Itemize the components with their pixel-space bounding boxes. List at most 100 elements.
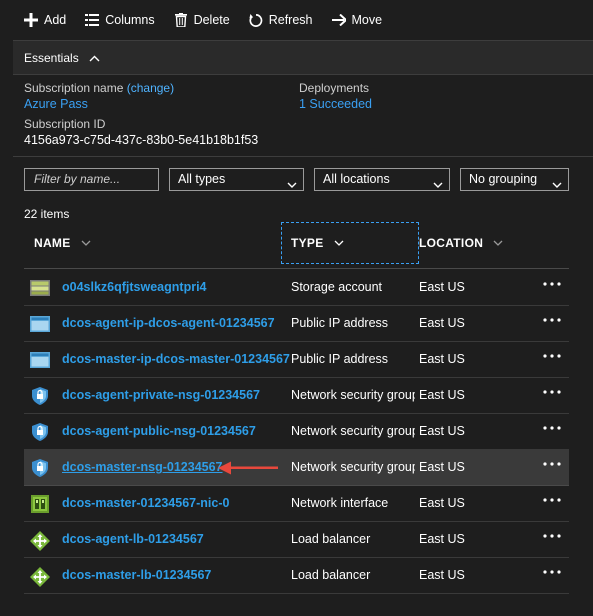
grouping-value: No grouping (469, 172, 538, 186)
more-options-icon[interactable] (542, 565, 562, 579)
essentials-toggle[interactable]: Essentials (13, 40, 593, 75)
network-security-group-icon (30, 459, 50, 477)
location-filter-select[interactable]: All locations (314, 168, 450, 191)
columns-label: Columns (105, 13, 155, 27)
public-ip-icon (30, 351, 50, 369)
network-security-group-icon (30, 423, 50, 441)
chevron-up-icon (89, 51, 100, 65)
public-ip-icon (30, 315, 50, 333)
resource-location: East US (419, 352, 465, 366)
subscription-name-link[interactable]: Azure Pass (24, 96, 174, 112)
chevron-down-icon (81, 236, 91, 250)
change-subscription-link[interactable]: (change) (127, 81, 174, 95)
resource-type: Network security group (291, 424, 415, 438)
command-bar: Add Columns Delete Refresh Move (0, 0, 593, 40)
annotation-arrow-icon (218, 461, 280, 478)
more-options-icon[interactable] (542, 493, 562, 507)
column-header-type[interactable]: TYPE (291, 235, 344, 251)
columns-icon (85, 13, 100, 27)
resource-type: Public IP address (291, 352, 389, 366)
storage-account-icon (30, 279, 50, 297)
subscription-name-label: Subscription name (24, 81, 124, 95)
grouping-select[interactable]: No grouping (460, 168, 569, 191)
more-options-icon[interactable] (542, 457, 562, 471)
deployments-link[interactable]: 1 Succeeded (299, 96, 372, 112)
table-row[interactable]: dcos-agent-private-nsg-01234567 Network … (24, 378, 569, 414)
trash-icon (174, 13, 188, 27)
more-options-icon[interactable] (542, 277, 562, 291)
column-header-name[interactable]: NAME (34, 235, 91, 251)
load-balancer-icon (30, 567, 50, 587)
add-label: Add (44, 13, 67, 27)
resource-location: East US (419, 388, 465, 402)
subscription-id-value: 4156a973-c75d-437c-83b0-5e41b18b1f53 (24, 133, 259, 147)
load-balancer-icon (30, 531, 50, 551)
type-filter-select[interactable]: All types (169, 168, 304, 191)
chevron-down-icon (287, 175, 297, 196)
resource-name-link[interactable]: o04slkz6qfjtsweagntpri4 (62, 280, 207, 294)
filter-by-name-input[interactable]: Filter by name... (24, 168, 159, 191)
resource-location: East US (419, 280, 465, 294)
subscription-name-block: Subscription name (change) Azure Pass (24, 80, 174, 112)
resource-type: Network security group (291, 388, 415, 402)
table-row[interactable]: o04slkz6qfjtsweagntpri4 Storage account … (24, 270, 569, 306)
deployments-label: Deployments (299, 81, 370, 95)
more-options-icon[interactable] (542, 313, 562, 327)
refresh-icon (249, 13, 263, 27)
resource-name-link[interactable]: dcos-agent-public-nsg-01234567 (62, 424, 256, 438)
essentials-title: Essentials (24, 50, 79, 65)
refresh-button[interactable]: Refresh (249, 13, 313, 27)
resource-type: Load balancer (291, 568, 371, 582)
resource-name-link[interactable]: dcos-master-lb-01234567 (62, 568, 211, 582)
more-options-icon[interactable] (542, 349, 562, 363)
resource-location: East US (419, 496, 465, 510)
resource-location: East US (419, 460, 465, 474)
column-header-location[interactable]: LOCATION (419, 235, 503, 251)
more-options-icon[interactable] (542, 529, 562, 543)
subscription-id-label: Subscription ID (24, 117, 106, 131)
resource-name-link[interactable]: dcos-agent-lb-01234567 (62, 532, 204, 546)
arrow-right-icon (331, 13, 346, 27)
table-row[interactable]: dcos-agent-public-nsg-01234567 Network s… (24, 414, 569, 450)
resource-type: Public IP address (291, 316, 389, 330)
add-button[interactable]: Add (24, 13, 66, 27)
resource-location: East US (419, 316, 465, 330)
resource-name-link[interactable]: dcos-master-01234567-nic-0 (62, 496, 229, 510)
table-row[interactable]: dcos-master-01234567-nic-0 Network inter… (24, 486, 569, 522)
delete-button[interactable]: Delete (174, 13, 230, 27)
move-button[interactable]: Move (331, 13, 383, 27)
chevron-down-icon (493, 236, 503, 250)
more-options-icon[interactable] (542, 385, 562, 399)
table-row[interactable]: dcos-agent-ip-dcos-agent-01234567 Public… (24, 306, 569, 342)
table-row[interactable]: dcos-agent-lb-01234567 Load balancer Eas… (24, 522, 569, 558)
resource-name-link[interactable]: dcos-agent-ip-dcos-agent-01234567 (62, 316, 275, 330)
plus-icon (24, 13, 38, 27)
resource-location: East US (419, 424, 465, 438)
items-count: 22 items (24, 207, 70, 221)
resource-type: Network interface (291, 496, 389, 510)
delete-label: Delete (193, 13, 230, 27)
resource-name-link[interactable]: dcos-agent-private-nsg-01234567 (62, 388, 260, 402)
header-divider (24, 268, 569, 269)
essentials-divider (13, 156, 593, 157)
columns-button[interactable]: Columns (85, 13, 155, 27)
subscription-id-block: Subscription ID 4156a973-c75d-437c-83b0-… (24, 116, 258, 148)
location-filter-value: All locations (323, 172, 390, 186)
type-filter-value: All types (178, 172, 226, 186)
resource-type: Storage account (291, 280, 383, 294)
chevron-down-icon (433, 175, 443, 196)
network-security-group-icon (30, 387, 50, 405)
resource-name-link[interactable]: dcos-master-ip-dcos-master-01234567 (62, 352, 290, 366)
resource-location: East US (419, 568, 465, 582)
resource-name-link[interactable]: dcos-master-nsg-01234567 (62, 460, 223, 474)
chevron-down-icon (334, 236, 344, 250)
table-row-selected[interactable]: dcos-master-nsg-01234567 Network securit… (24, 450, 569, 486)
network-interface-icon (30, 495, 50, 513)
deployments-block: Deployments 1 Succeeded (299, 80, 372, 112)
move-label: Move (351, 13, 383, 27)
table-row[interactable]: dcos-master-ip-dcos-master-01234567 Publ… (24, 342, 569, 378)
resource-location: East US (419, 532, 465, 546)
more-options-icon[interactable] (542, 421, 562, 435)
resource-type: Load balancer (291, 532, 371, 546)
table-row[interactable]: dcos-master-lb-01234567 Load balancer Ea… (24, 558, 569, 594)
